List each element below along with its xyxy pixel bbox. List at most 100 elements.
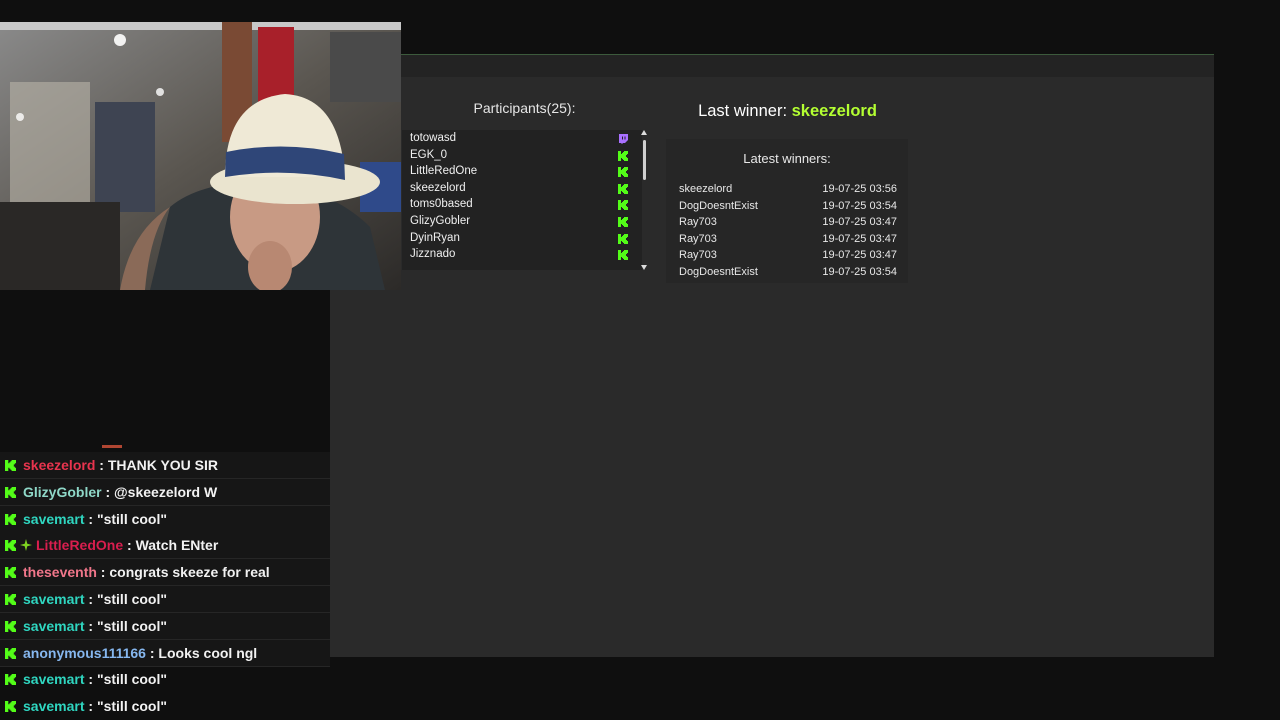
participant-name: EGK_0 [410, 148, 448, 161]
kick-icon [618, 216, 628, 227]
scroll-down-arrow[interactable] [641, 265, 647, 270]
chat-username[interactable]: LittleRedOne [36, 537, 123, 553]
chat-separator: : [95, 457, 108, 473]
kick-icon [5, 641, 16, 659]
chat-message: savemart : "still cool" [0, 586, 330, 613]
chat-text: "still cool" [96, 617, 168, 634]
last-winner: Last winner: skeezelord [665, 102, 910, 121]
participant-row: totowasd [402, 130, 642, 147]
webcam-image [0, 22, 401, 290]
scroll-thumb[interactable] [643, 140, 646, 180]
kick-icon [5, 614, 16, 632]
winner-row: skeezelord 19-07-25 03:56 [679, 181, 897, 198]
chat-message: GlizyGobler : @skeezelord W [0, 478, 330, 506]
chat-message: theseventh : congrats skeeze for real [0, 559, 330, 587]
participants-section: Participants(25): totowasd EGK_0 LittleRed… [402, 78, 650, 273]
participant-name: GlizyGobler [410, 214, 471, 227]
kick-icon [5, 667, 16, 686]
participant-name: LittleRedOne [410, 165, 478, 178]
webcam-feed [0, 22, 401, 290]
last-winner-label: Last winner: [698, 102, 788, 120]
kick-icon [5, 587, 16, 605]
kick-icon [618, 199, 628, 211]
winner-time: 19-07-25 03:54 [822, 265, 897, 278]
participant-name: DyinRyan [410, 231, 460, 244]
chat-username[interactable]: savemart [23, 511, 85, 527]
chat-separator: : [84, 671, 97, 688]
chat-text: @skeezelord W [114, 483, 218, 500]
twitch-icon [618, 133, 628, 145]
participant-name: Jizznado [410, 248, 456, 261]
latest-winners-list: skeezelord 19-07-25 03:56 DogDoesntExist 19… [679, 181, 897, 281]
participant-name: toms0based [410, 198, 473, 211]
winner-row: DogDoesntExist 19-07-25 03:54 [679, 264, 897, 281]
chat-separator: : [123, 537, 136, 554]
participants-list[interactable]: totowasd EGK_0 LittleRedOne skeezelord toms0… [402, 130, 642, 270]
chat-text: Watch ENter [135, 537, 219, 554]
kick-icon [5, 560, 16, 579]
chat-message: skeezelord : THANK YOU SIR [0, 452, 330, 479]
panel-header-bar [330, 55, 1214, 77]
chat-separator: : [101, 483, 115, 500]
chat-separator: : [145, 644, 159, 661]
chat-message: savemart : "still cool" [0, 612, 330, 640]
winner-name: Ray703 [679, 216, 717, 229]
kick-icon [618, 166, 628, 178]
winner-name: Ray703 [679, 249, 717, 262]
kick-icon [618, 183, 628, 194]
participant-row: toms0based [402, 196, 642, 213]
winner-name: DogDoesntExist [679, 265, 758, 278]
winner-time: 19-07-25 03:56 [822, 183, 897, 195]
chat-username[interactable]: savemart [23, 671, 85, 687]
winner-time: 19-07-25 03:54 [822, 199, 897, 212]
kick-icon [5, 507, 16, 525]
chat-text: Looks cool ngl [158, 644, 258, 661]
kick-icon [618, 249, 628, 261]
chat-separator: : [84, 510, 97, 527]
participants-scrollbar[interactable] [640, 130, 650, 270]
chat-separator: : [84, 591, 97, 607]
winner-time: 19-07-25 03:47 [822, 216, 897, 229]
chat-text: THANK YOU SIR [107, 457, 219, 473]
chat-username[interactable]: savemart [23, 698, 85, 714]
scroll-up-arrow[interactable] [641, 130, 647, 135]
participant-row: DyinRyan [402, 230, 642, 247]
winner-time: 19-07-25 03:47 [822, 232, 897, 245]
chat-overlay: skeezelord : THANK YOU SIR GlizyGobler : … [0, 444, 330, 720]
participant-row: Jizznado [402, 246, 642, 263]
stream-overlay: Participants(25): totowasd EGK_0 LittleRed… [0, 0, 1280, 720]
chat-separator: : [84, 698, 97, 715]
chat-username[interactable]: theseventh [23, 564, 97, 580]
kick-icon [5, 453, 16, 471]
winner-row: DogDoesntExist 19-07-25 03:54 [679, 198, 897, 215]
winner-row: Ray703 19-07-25 03:47 [679, 231, 897, 248]
winner-name: skeezelord [679, 183, 733, 195]
participant-name: skeezelord [410, 181, 466, 194]
kick-icon [5, 533, 16, 552]
winner-name: Ray703 [679, 232, 717, 245]
chat-username[interactable]: GlizyGobler [23, 484, 102, 500]
participant-row: GlizyGobler [402, 213, 642, 230]
chat-username[interactable]: savemart [23, 618, 85, 634]
chat-username[interactable]: anonymous111166 [23, 645, 146, 661]
winner-name: DogDoesntExist [679, 199, 758, 212]
participant-name: totowasd [410, 132, 457, 144]
chat-text: "still cool" [96, 671, 168, 688]
latest-winners-title: Latest winners: [743, 151, 831, 166]
chat-message: savemart : "still cool" [0, 693, 330, 719]
chat-message: anonymous111166 : Looks cool ngl [0, 639, 330, 667]
participant-row: EGK_0 [402, 147, 642, 164]
sparkle-badge-icon [20, 533, 32, 552]
latest-winners-box: Latest winners: skeezelord 19-07-25 03:56… [666, 139, 908, 283]
winner-time: 19-07-25 03:47 [822, 249, 897, 262]
chat-separator: : [96, 564, 110, 581]
chat-text: "still cool" [96, 591, 168, 607]
winner-row: Ray703 19-07-25 03:47 [679, 247, 897, 264]
participant-row: skeezelord [402, 180, 642, 197]
winner-row: Ray703 19-07-25 03:47 [679, 214, 897, 231]
chat-message: savemart : "still cool" [0, 666, 330, 692]
chat-username[interactable]: skeezelord [23, 457, 95, 473]
participant-row: LittleRedOne [402, 163, 642, 180]
chat-text: congrats skeeze for real [109, 564, 270, 581]
chat-username[interactable]: savemart [23, 591, 85, 607]
